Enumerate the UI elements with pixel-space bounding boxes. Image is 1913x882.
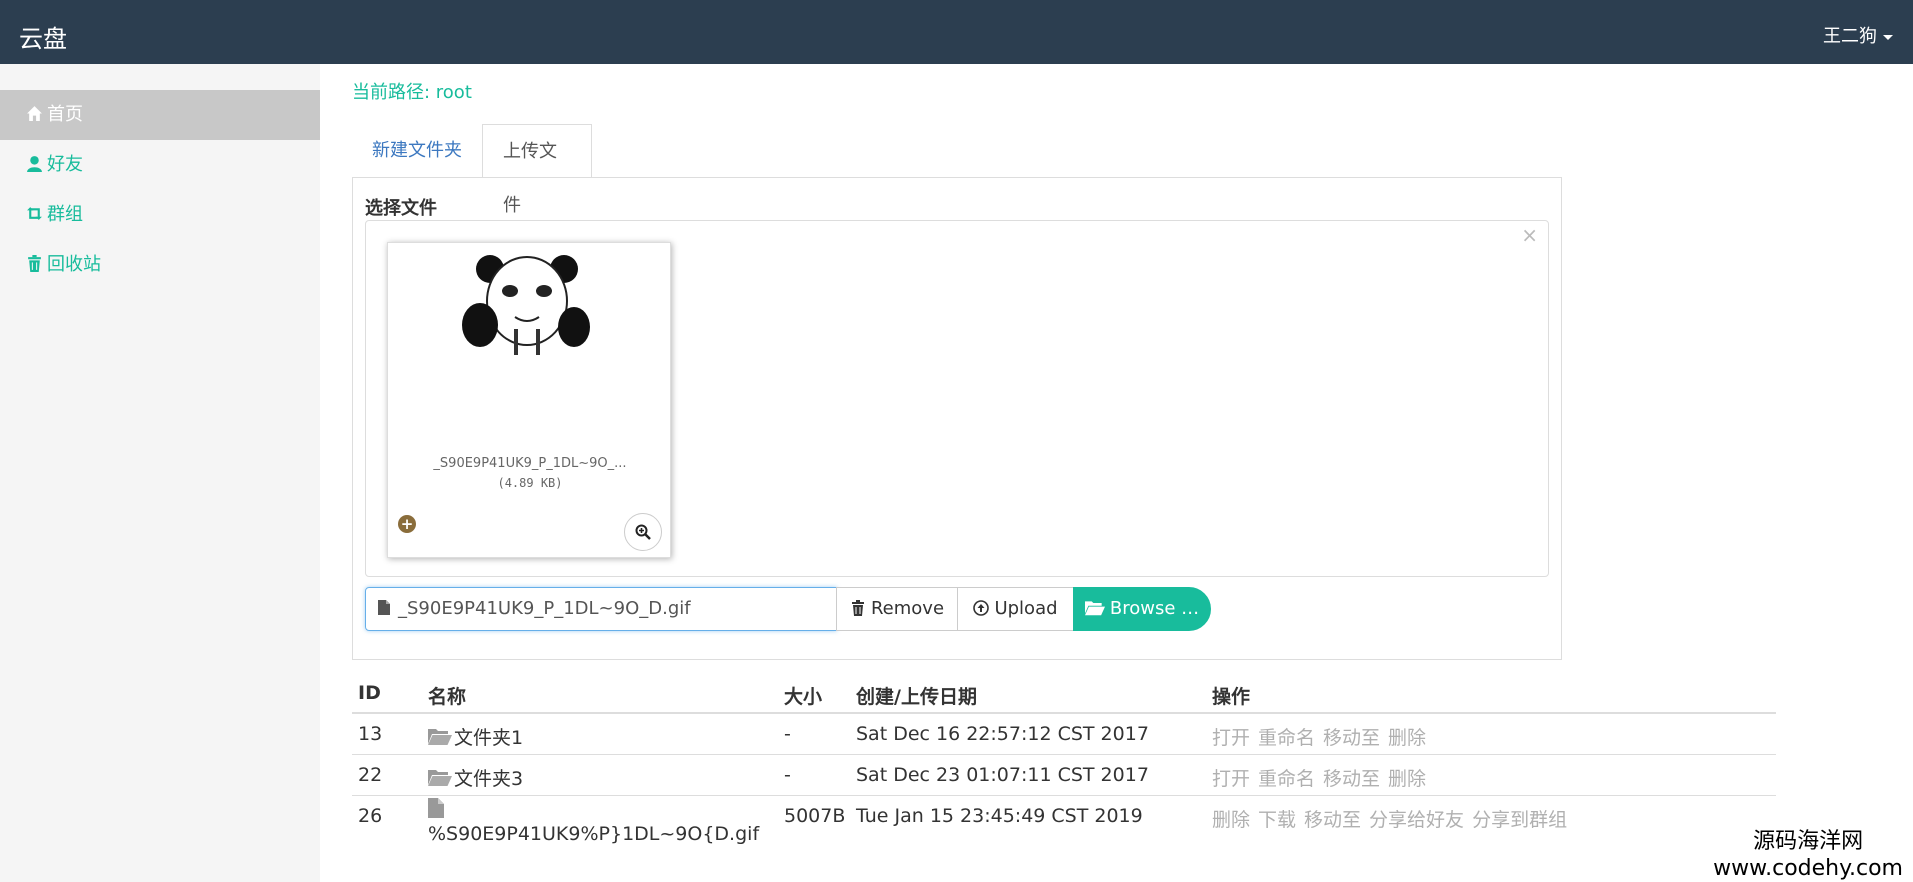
sidebar-item-home[interactable]: 首页 (0, 90, 320, 140)
file-icon (428, 798, 444, 818)
thumbnail-filename: _S90E9P41UK9_P_1DL~9O_... (433, 456, 627, 471)
row-actions: 打开 重命名 移动至 删除 (1212, 764, 1434, 791)
user-icon (27, 156, 42, 172)
row-date: Sat Dec 16 22:57:12 CST 2017 (856, 723, 1149, 745)
header-date: 创建/上传日期 (856, 686, 977, 708)
header-name: 名称 (428, 686, 467, 708)
folder-open-icon (428, 770, 452, 786)
delete-link[interactable]: 删除 (1388, 768, 1426, 790)
zoom-preview-button[interactable] (624, 513, 662, 551)
row-id: 13 (358, 723, 383, 745)
row-name[interactable]: 文件夹1 (428, 723, 523, 750)
move-link[interactable]: 移动至 (1323, 768, 1380, 790)
user-name: 王二狗 (1823, 26, 1877, 47)
header-ops: 操作 (1212, 686, 1251, 708)
caret-down-icon (1883, 34, 1893, 40)
file-icon (378, 600, 390, 615)
table-header: ID 名称 大小 创建/上传日期 操作 (352, 672, 1776, 714)
sidebar-item-recycle[interactable]: 回收站 (0, 240, 320, 290)
thumbnail-filesize: (4.89 KB) (497, 476, 563, 490)
user-menu[interactable]: 王二狗 (1823, 22, 1893, 48)
folder-open-icon (1084, 601, 1105, 616)
row-date: Tue Jan 15 23:45:49 CST 2019 (856, 805, 1143, 827)
table-row: 22 文件夹3 - Sat Dec 23 01:07:11 CST 2017 打… (352, 755, 1776, 796)
file-preview-zone[interactable]: × _S90E9P41UK9_P_1DL~9O_... (4.89 KB) + (365, 220, 1549, 577)
row-name[interactable]: 文件夹3 (428, 764, 523, 791)
move-link[interactable]: 移动至 (1323, 727, 1380, 749)
brand-title[interactable]: 云盘 (19, 19, 67, 54)
row-name-text: 文件夹3 (454, 768, 524, 790)
row-size: - (784, 764, 791, 786)
move-link[interactable]: 移动至 (1304, 809, 1361, 831)
table-row: 26 %S90E9P41UK9%P}1DL~9O{D.gif 5007B Tue… (352, 796, 1776, 854)
open-link[interactable]: 打开 (1212, 768, 1250, 790)
home-icon (27, 106, 42, 121)
remove-button[interactable]: Remove (836, 587, 958, 631)
delete-link[interactable]: 删除 (1388, 727, 1426, 749)
row-id: 22 (358, 764, 383, 786)
upload-button[interactable]: Upload (957, 587, 1074, 631)
sidebar-item-friends[interactable]: 好友 (0, 140, 320, 190)
upload-circle-icon (973, 600, 990, 616)
sidebar-item-label: 群组 (47, 204, 83, 225)
sidebar-item-label: 首页 (47, 104, 83, 125)
trash-icon (851, 600, 864, 616)
row-name[interactable]: %S90E9P41UK9%P}1DL~9O{D.gif (428, 798, 759, 845)
browse-label: Browse … (1109, 598, 1200, 619)
tab-new-folder[interactable]: 新建文件夹 (352, 124, 482, 178)
table-row: 13 文件夹1 - Sat Dec 16 22:57:12 CST 2017 打… (352, 714, 1776, 755)
watermark: 源码海洋网 www.codehy.com (1713, 828, 1903, 882)
upload-panel: 选择文件 × _S90E9P41UK9_P_1DL~9O_... (4.89 K… (352, 177, 1562, 660)
rename-link[interactable]: 重命名 (1258, 768, 1315, 790)
watermark-title: 源码海洋网 (1753, 829, 1864, 854)
panda-meme-image (460, 249, 594, 361)
close-icon[interactable]: × (1521, 223, 1538, 247)
sidebar-item-label: 回收站 (47, 254, 101, 275)
row-actions: 打开 重命名 移动至 删除 (1212, 723, 1434, 750)
row-date: Sat Dec 23 01:07:11 CST 2017 (856, 764, 1149, 786)
row-id: 26 (358, 805, 383, 827)
selected-file-field[interactable]: _S90E9P41UK9_P_1DL~9O_D.gif (365, 587, 837, 631)
row-size: - (784, 723, 791, 745)
share-friend-link[interactable]: 分享给好友 (1369, 809, 1464, 831)
folder-open-icon (428, 729, 452, 745)
sidebar-item-groups[interactable]: 群组 (0, 190, 320, 240)
tab-upload-file[interactable]: 上传文件 (482, 124, 592, 216)
plus-circle-icon: + (398, 515, 416, 533)
row-name-text: 文件夹1 (454, 727, 524, 749)
remove-label: Remove (870, 598, 945, 619)
delete-link[interactable]: 删除 (1212, 809, 1250, 831)
sidebar: 首页 好友 群组 回收站 (0, 64, 320, 882)
row-name-text: %S90E9P41UK9%P}1DL~9O{D.gif (428, 823, 760, 845)
header-id: ID (358, 682, 381, 704)
browse-button[interactable]: Browse … (1073, 587, 1211, 631)
selected-file-name: _S90E9P41UK9_P_1DL~9O_D.gif (398, 598, 691, 619)
download-link[interactable]: 下载 (1258, 809, 1296, 831)
share-group-link[interactable]: 分享到群组 (1472, 809, 1567, 831)
row-actions: 删除 下载 移动至 分享给好友 分享到群组 (1212, 805, 1575, 832)
retweet-icon (27, 207, 42, 220)
sidebar-item-label: 好友 (47, 154, 83, 175)
top-navbar: 云盘 王二狗 (0, 0, 1913, 64)
open-link[interactable]: 打开 (1212, 727, 1250, 749)
upload-label: Upload (994, 598, 1058, 619)
current-path: 当前路径: root (352, 82, 472, 103)
watermark-url: www.codehy.com (1713, 856, 1903, 881)
trash-icon (28, 255, 41, 272)
header-size: 大小 (784, 686, 823, 708)
panel-title: 选择文件 (365, 198, 437, 219)
zoom-in-icon (635, 524, 651, 540)
row-size: 5007B (784, 805, 846, 827)
file-thumbnail: _S90E9P41UK9_P_1DL~9O_... (4.89 KB) + (387, 242, 671, 558)
rename-link[interactable]: 重命名 (1258, 727, 1315, 749)
